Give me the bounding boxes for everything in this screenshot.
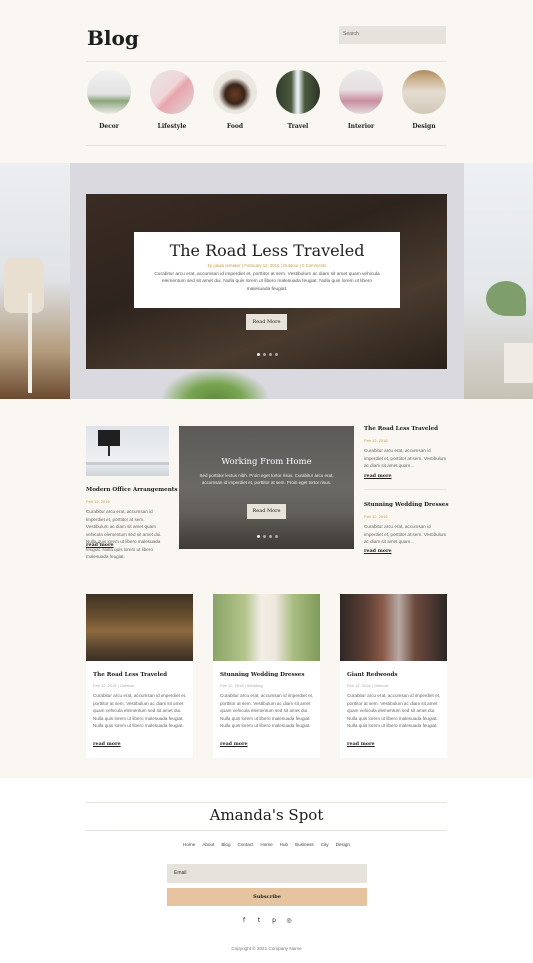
slider-dot[interactable]	[263, 353, 266, 356]
decor-photo	[87, 70, 131, 114]
interior-photo	[339, 70, 383, 114]
travel-photo	[276, 70, 320, 114]
instagram-icon[interactable]: ◎	[286, 917, 293, 924]
card-excerpt: Curabitur arcu erat, accumsan id imperdi…	[220, 693, 314, 729]
category-lifestyle[interactable]: Lifestyle	[149, 70, 195, 130]
divider	[86, 145, 447, 146]
footer-nav-contact[interactable]: Contact	[238, 842, 254, 847]
card-excerpt: Curabitur arcu erat, accumsan id imperdi…	[93, 693, 187, 729]
road-photo[interactable]	[86, 594, 193, 661]
office-photo[interactable]	[86, 426, 169, 476]
divider	[86, 830, 447, 831]
category-label: Travel	[287, 123, 309, 130]
hero-section: The Road Less Traveled by paula remaker …	[0, 163, 533, 399]
slider-dot[interactable]	[275, 535, 278, 538]
featured-slider-dots	[257, 535, 278, 538]
footer-nav: Home About Blog Contact Home Hub Busines…	[0, 842, 533, 847]
read-more-link[interactable]: read more	[93, 741, 121, 747]
featured-slide-title[interactable]: Working From Home	[179, 457, 354, 467]
slider-dot[interactable]	[275, 353, 278, 356]
card-meta: Feb 12, 2016 | Wedding	[220, 683, 263, 688]
post-card[interactable]: Giant Redwoods Feb 12, 2016 | Outdoor Cu…	[340, 594, 447, 758]
hero-slider-dots	[257, 353, 278, 356]
hero-title[interactable]: The Road Less Traveled	[134, 241, 400, 260]
card-title[interactable]: The Road Less Traveled	[93, 672, 167, 678]
divider	[86, 61, 447, 62]
category-interior[interactable]: Interior	[338, 70, 384, 130]
post-excerpt: Curabitur arcu erat, accumsan id imperdi…	[364, 524, 447, 545]
category-travel[interactable]: Travel	[275, 70, 321, 130]
read-more-link[interactable]: read more	[220, 741, 248, 747]
category-label: Interior	[347, 123, 375, 130]
food-photo	[213, 70, 257, 114]
footer-nav-business[interactable]: Business	[295, 842, 314, 847]
wedding-photo[interactable]	[213, 594, 320, 661]
featured-read-more-button[interactable]: Read More	[247, 504, 286, 519]
hero-background-right	[464, 163, 533, 399]
hero-meta: by paula remaker | February 12, 2016 | O…	[207, 263, 327, 268]
hero-card: The Road Less Traveled by paula remaker …	[134, 232, 400, 308]
post-title[interactable]: Stunning Wedding Dresses	[364, 502, 449, 508]
footer-nav-blog[interactable]: Blog	[221, 842, 230, 847]
category-label: Decor	[99, 123, 119, 130]
post-excerpt: Curabitur arcu erat, accumsan id imperdi…	[364, 448, 447, 469]
design-photo	[402, 70, 446, 114]
card-meta: Feb 12, 2016 | Outdoor	[93, 683, 135, 688]
slider-dot[interactable]	[263, 535, 266, 538]
site-name[interactable]: Amanda's Spot	[0, 806, 533, 824]
divider	[364, 489, 447, 490]
read-more-link[interactable]: read more	[347, 741, 375, 747]
post-card[interactable]: Stunning Wedding Dresses Feb 12, 2016 | …	[213, 594, 320, 758]
post-date: Feb 12, 2016	[364, 438, 388, 443]
subscribe-button[interactable]: Subscribe	[167, 888, 367, 906]
card-meta: Feb 12, 2016 | Outdoor	[347, 683, 389, 688]
hero-read-more-button[interactable]: Read More	[246, 314, 287, 330]
slider-dot[interactable]	[257, 535, 260, 538]
search-input[interactable]: Search	[339, 26, 446, 44]
footer-nav-design[interactable]: Design	[336, 842, 350, 847]
slider-dot[interactable]	[269, 353, 272, 356]
pinterest-icon[interactable]: p	[271, 917, 278, 924]
post-date: Feb 12, 2016	[364, 514, 388, 519]
hero-excerpt: Curabitur arcu erat, accumsan id imperdi…	[154, 272, 380, 292]
facebook-icon[interactable]: f	[241, 917, 248, 924]
footer-nav-home[interactable]: Home	[183, 842, 195, 847]
post-card[interactable]: The Road Less Traveled Feb 12, 2016 | Ou…	[86, 594, 193, 758]
featured-slide-excerpt: Sed porttitor lectus nibh. Proin eget to…	[199, 473, 334, 486]
slider-dot[interactable]	[269, 535, 272, 538]
read-more-link[interactable]: read more	[86, 542, 114, 548]
category-food[interactable]: Food	[212, 70, 258, 130]
category-decor[interactable]: Decor	[86, 70, 132, 130]
post-title[interactable]: The Road Less Traveled	[364, 426, 438, 432]
featured-slide[interactable]: Working From Home Sed porttitor lectus n…	[179, 426, 354, 549]
email-field[interactable]: Email	[167, 864, 367, 883]
twitter-icon[interactable]: t	[256, 917, 263, 924]
slider-dot[interactable]	[257, 353, 260, 356]
post-date: Feb 12, 2016	[86, 499, 110, 504]
copyright: Copyright © 2021 Company Name	[231, 946, 302, 951]
redwoods-photo[interactable]	[340, 594, 447, 661]
plant-decoration	[160, 368, 270, 399]
read-more-link[interactable]: read more	[364, 473, 392, 479]
post-excerpt: Curabitur arcu erat, accumsan id imperdi…	[86, 509, 162, 560]
category-design[interactable]: Design	[401, 70, 447, 130]
card-title[interactable]: Giant Redwoods	[347, 672, 398, 678]
category-label: Food	[226, 123, 244, 130]
read-more-link[interactable]: read more	[364, 548, 392, 554]
footer-nav-home-2[interactable]: Home	[260, 842, 272, 847]
category-label: Design	[412, 123, 436, 130]
lifestyle-photo	[150, 70, 194, 114]
category-label: Lifestyle	[157, 123, 187, 130]
page-title: Blog	[87, 26, 139, 50]
hero-background-left	[0, 163, 70, 399]
divider	[86, 802, 447, 803]
card-excerpt: Curabitur arcu erat, accumsan id imperdi…	[347, 693, 441, 729]
card-title[interactable]: Stunning Wedding Dresses	[220, 672, 305, 678]
footer-nav-city[interactable]: City	[321, 842, 329, 847]
footer-nav-hub[interactable]: Hub	[280, 842, 288, 847]
post-title[interactable]: Modern Office Arrangements	[86, 487, 178, 493]
social-links: f t p ◎	[0, 917, 533, 924]
footer-nav-about[interactable]: About	[202, 842, 214, 847]
